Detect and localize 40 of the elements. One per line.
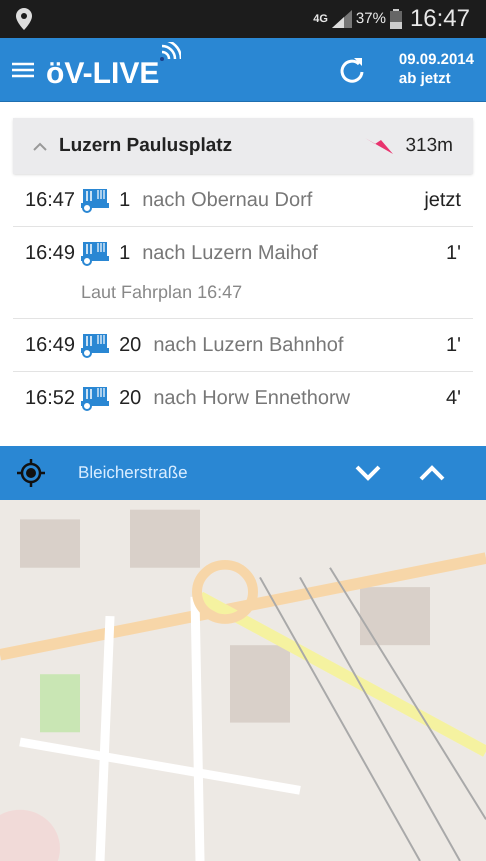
destination: nach Luzern Bahnhof	[153, 333, 344, 358]
wait-time: 4'	[446, 386, 461, 411]
departure-time: 16:49	[25, 241, 76, 266]
network-label: 4G	[313, 12, 328, 27]
wait-time: 1'	[446, 333, 461, 358]
schedule-note: Laut Fahrplan 16:47	[80, 281, 244, 304]
line-number: 1	[119, 241, 130, 266]
departure-time: 16:47	[25, 188, 76, 213]
time-filter-label: ab jetzt	[398, 70, 451, 88]
direction-arrow-icon	[365, 136, 394, 156]
bus-icon	[79, 187, 112, 213]
location-pin-icon	[16, 8, 32, 30]
destination: nach Luzern Maihof	[142, 241, 318, 266]
chevron-up-icon[interactable]	[418, 464, 446, 482]
station-name: Luzern Paulusplatz	[59, 134, 232, 158]
clock: 16:47	[410, 4, 470, 34]
destination: nach Obernau Dorf	[142, 188, 312, 213]
bus-icon	[79, 332, 112, 358]
departure-time: 16:49	[25, 333, 76, 358]
wait-time: 1'	[446, 241, 461, 266]
line-number: 1	[119, 188, 130, 213]
destination: nach Horw Ennethorw	[153, 386, 350, 411]
signal-waves-icon	[159, 42, 182, 62]
date-label: 09.09.2014	[398, 50, 474, 70]
menu-icon[interactable]	[12, 62, 34, 78]
battery-icon	[390, 9, 402, 29]
bus-icon	[79, 385, 112, 411]
chevron-down-icon[interactable]	[354, 464, 382, 482]
signal-icon	[332, 10, 352, 28]
distance-label: 313m	[405, 134, 453, 158]
street-name: Bleicherstraße	[78, 462, 188, 484]
bus-icon	[79, 240, 112, 266]
app-logo: öV-LIVE	[46, 56, 160, 92]
locate-icon[interactable]	[16, 458, 46, 488]
battery-percent: 37%	[356, 8, 386, 29]
station-header[interactable]: Luzern Paulusplatz 313m	[13, 118, 473, 174]
line-number: 20	[119, 386, 142, 411]
departure-time: 16:52	[25, 386, 76, 411]
wait-time: jetzt	[424, 188, 461, 213]
line-number: 20	[119, 333, 142, 358]
